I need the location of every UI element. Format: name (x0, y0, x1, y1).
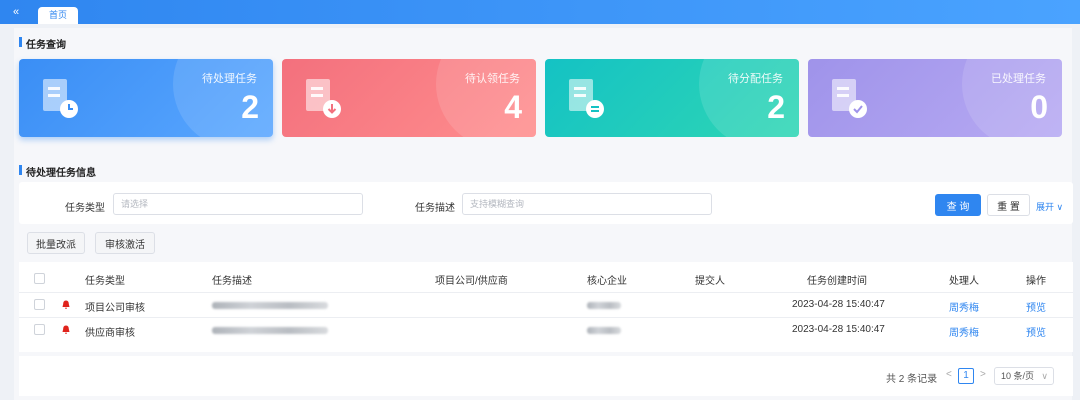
column-header: 项目公司/供应商 (435, 276, 508, 287)
table-row[interactable]: 供应商审核 2023-04-28 15:40:47 周秀梅 预览 (19, 317, 1073, 341)
handler-link[interactable]: 周秀梅 (949, 299, 979, 314)
redacted-core-enterprise (587, 327, 621, 334)
tab-home[interactable]: 首页 (38, 7, 78, 24)
column-header: 操作 (1026, 276, 1046, 287)
redacted-description (212, 302, 328, 309)
card-unassigned[interactable]: 待分配任务 2 (545, 59, 799, 137)
redacted-description (212, 327, 328, 334)
task-type-select[interactable] (113, 193, 363, 215)
filter-box: 任务类型 任务描述 (19, 182, 1073, 224)
document-check-icon (832, 79, 867, 118)
pending-section-title: 待处理任务信息 (19, 164, 96, 179)
preview-link[interactable]: 预览 (1026, 299, 1046, 314)
top-bar: « 首页 (0, 0, 1080, 24)
created-time-cell: 2023-04-28 15:40:47 (792, 299, 885, 310)
column-header: 处理人 (949, 276, 979, 287)
column-header: 任务描述 (212, 276, 252, 287)
created-time-cell: 2023-04-28 15:40:47 (792, 324, 885, 335)
table-row[interactable]: 项目公司审核 2023-04-28 15:40:47 周秀梅 预览 (19, 292, 1073, 316)
total-records: 共 2 条记录 (886, 374, 938, 385)
document-download-icon (306, 79, 341, 118)
batch-reassign-button[interactable]: 批量改派 (27, 232, 85, 254)
card-label: 待认领任务 (465, 73, 520, 85)
card-value: 2 (767, 89, 785, 125)
select-all-checkbox[interactable] (34, 273, 45, 284)
task-type-cell: 项目公司审核 (85, 303, 145, 314)
card-label: 已处理任务 (991, 73, 1046, 85)
prev-page-button[interactable]: < (946, 369, 952, 380)
card-value: 2 (241, 89, 259, 125)
column-header: 任务类型 (85, 276, 125, 287)
handler-link[interactable]: 周秀梅 (949, 324, 979, 339)
chevron-down-icon: ∨ (1054, 202, 1064, 212)
expand-label: 展开 (1036, 202, 1055, 212)
document-list-icon (569, 79, 604, 118)
task-desc-input[interactable] (462, 193, 712, 215)
card-value: 0 (1030, 89, 1048, 125)
bell-icon (62, 300, 70, 309)
preview-link[interactable]: 预览 (1026, 324, 1046, 339)
task-desc-label: 任务描述 (415, 203, 455, 214)
card-label: 待处理任务 (202, 73, 257, 85)
page-number-button[interactable]: 1 (958, 368, 974, 384)
collapse-sidebar-icon[interactable]: « (9, 5, 23, 19)
chevron-down-icon: ∨ (1041, 371, 1048, 381)
query-button[interactable]: 查 询 (935, 194, 981, 216)
expand-link[interactable]: 展开 ∨ (1036, 200, 1063, 213)
task-table: 任务类型 任务描述 项目公司/供应商 核心企业 提交人 任务创建时间 处理人 操… (19, 262, 1073, 352)
reset-button[interactable]: 重 置 (987, 194, 1030, 216)
redacted-core-enterprise (587, 302, 621, 309)
card-unclaimed[interactable]: 待认领任务 4 (282, 59, 536, 137)
row-checkbox[interactable] (34, 299, 45, 310)
card-pending[interactable]: 待处理任务 2 (19, 59, 273, 137)
card-label: 待分配任务 (728, 73, 783, 85)
audit-activate-button[interactable]: 审核激活 (95, 232, 155, 254)
column-header: 任务创建时间 (807, 276, 867, 287)
card-value: 4 (504, 89, 522, 125)
bell-icon (62, 325, 70, 334)
row-checkbox[interactable] (34, 324, 45, 335)
column-header: 提交人 (695, 276, 725, 287)
page-size-select[interactable]: 10 条/页 ∨ (994, 367, 1054, 385)
task-type-label: 任务类型 (65, 203, 105, 214)
query-section-title: 任务查询 (19, 36, 66, 51)
column-header: 核心企业 (587, 276, 627, 287)
page-size-value: 10 条/页 (1001, 371, 1035, 381)
task-type-cell: 供应商审核 (85, 328, 135, 339)
card-processed[interactable]: 已处理任务 0 (808, 59, 1062, 137)
next-page-button[interactable]: > (980, 369, 986, 380)
document-clock-icon (43, 79, 78, 118)
